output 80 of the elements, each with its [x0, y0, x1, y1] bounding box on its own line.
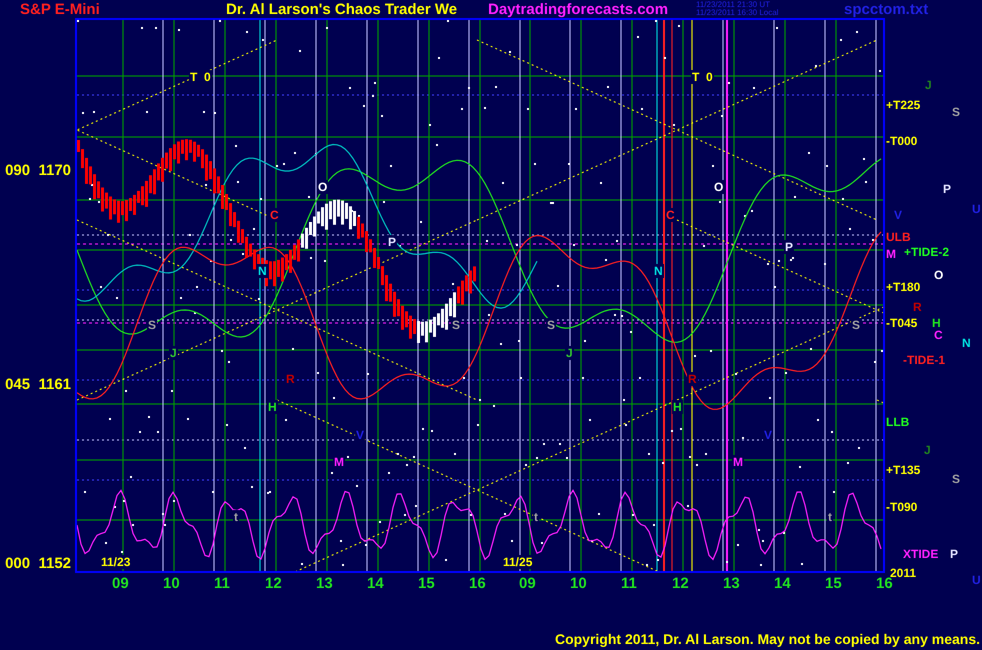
- level-label: P: [950, 547, 958, 561]
- level-label: U: [972, 573, 981, 587]
- level-label: U: [972, 202, 981, 216]
- level-label: +T135: [886, 463, 920, 477]
- axis-label: 15: [418, 575, 435, 592]
- axis-label: 11: [621, 575, 637, 592]
- chart-marker-label: t: [827, 510, 833, 524]
- level-label: +TIDE-2: [904, 245, 950, 259]
- level-label: S: [952, 105, 960, 119]
- level-label: XTIDE: [903, 547, 938, 561]
- level-label: -T045: [886, 316, 918, 330]
- axis-label: 13: [723, 575, 740, 592]
- chart-marker-label: 11/23: [100, 555, 132, 569]
- chart-marker-label: P: [784, 240, 794, 254]
- level-label: +T180: [886, 280, 920, 294]
- chart-marker-label: J: [565, 346, 574, 360]
- chart-symbol: S&P E-Mini: [19, 0, 101, 18]
- axis-label: 16: [469, 575, 486, 592]
- chart-marker-label: S: [451, 318, 462, 332]
- chart-marker-label: 11/25: [502, 555, 534, 569]
- level-label: -T000: [886, 134, 918, 148]
- chart-marker-label: T 0: [189, 70, 212, 84]
- axis-label: 13: [316, 575, 333, 592]
- axis-label: 000 1152: [5, 555, 71, 572]
- chart-marker-label: V: [763, 428, 774, 442]
- timestamp: 11/23/2011 16:30 Local: [696, 9, 780, 17]
- axis-label: 15: [825, 575, 842, 592]
- chart-marker-label: O: [713, 180, 724, 194]
- axis-label: 09: [112, 575, 129, 592]
- chart-marker-label: M: [333, 455, 345, 469]
- chart-marker-label: C: [269, 208, 280, 222]
- axis-label: 09: [519, 575, 536, 592]
- level-label: O: [934, 268, 944, 282]
- level-label: M: [886, 247, 896, 261]
- chart-title: Dr. Al Larson's Chaos Trader We: [226, 0, 458, 18]
- axis-label: 14: [367, 575, 384, 592]
- level-label: P: [943, 182, 952, 196]
- level-label: H: [932, 316, 941, 330]
- level-label: -TIDE-1: [903, 353, 945, 367]
- chart-marker-label: H: [672, 400, 683, 414]
- chart-marker-label: J: [169, 346, 178, 360]
- level-label: -T090: [886, 500, 918, 514]
- axis-label: 11: [214, 575, 230, 592]
- axis-label: 10: [570, 575, 587, 592]
- axis-label: 045 1161: [5, 376, 71, 393]
- axis-label: 12: [265, 575, 282, 592]
- timestamp: 11/23/2011 21:30 UT: [696, 1, 771, 9]
- chart-marker-label: N: [257, 264, 268, 278]
- level-label: R: [913, 300, 922, 314]
- file-name: spcctom.txt: [844, 0, 930, 18]
- axis-label: 090 1170: [5, 162, 71, 179]
- level-label: S: [952, 472, 960, 486]
- chart-marker-label: M: [732, 455, 744, 469]
- chart-marker-label: t: [233, 510, 239, 524]
- chart-marker-label: t: [533, 510, 539, 524]
- chart-marker-label: S: [147, 318, 158, 332]
- level-label: V: [894, 208, 902, 222]
- chart-marker-label: N: [653, 264, 664, 278]
- chart-marker-label: R: [687, 372, 698, 386]
- chart-marker-label: H: [267, 400, 278, 414]
- level-label: J: [925, 78, 932, 92]
- chart-marker-label: S: [546, 318, 556, 332]
- axis-label: 10: [163, 575, 180, 592]
- chart-marker-label: S: [851, 318, 862, 332]
- website-name: Daytradingforecasts.com: [488, 0, 670, 18]
- level-label: ULB: [886, 230, 911, 244]
- chart-marker-label: R: [285, 372, 296, 386]
- chart-marker-label: V: [355, 428, 366, 442]
- level-label: LLB: [886, 415, 910, 429]
- copyright-notice: Copyright 2011, Dr. Al Larson. May not be copied by any means.: [554, 631, 980, 647]
- level-label: N: [962, 336, 971, 350]
- chart-marker-label: C: [665, 208, 676, 222]
- axis-label: 12: [672, 575, 689, 592]
- level-label: +T225: [886, 98, 920, 112]
- chart-marker-label: T 0: [691, 70, 714, 84]
- axis-label: 14: [774, 575, 791, 592]
- chart-marker-label: O: [317, 180, 328, 194]
- chart-marker-label: P: [387, 235, 398, 249]
- level-label: C: [934, 328, 943, 342]
- level-label: J: [924, 443, 931, 457]
